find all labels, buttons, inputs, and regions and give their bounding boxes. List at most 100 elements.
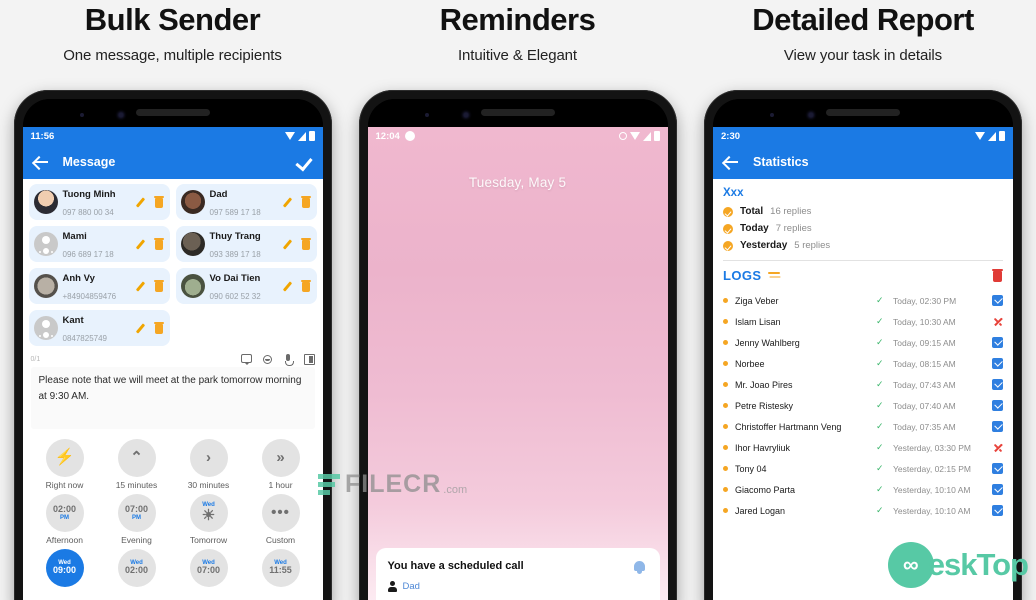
schedule-chip[interactable]: Wed 09:00 <box>29 549 101 590</box>
template-icon[interactable] <box>303 354 315 365</box>
delete-icon[interactable] <box>300 279 312 293</box>
quick-action-1-hour[interactable]: » 1 hour <box>245 439 317 490</box>
microphone-icon[interactable] <box>283 354 294 366</box>
quick-action-afternoon[interactable]: 02:00 PM Afternoon <box>29 494 101 545</box>
quick-action-evening[interactable]: 07:00 PM Evening <box>101 494 173 545</box>
table-row[interactable]: Jared Logan ✓ Yesterday, 10:10 AM <box>723 500 1003 521</box>
delete-icon[interactable] <box>153 321 165 335</box>
contact-number: 090 602 52 32 <box>209 292 261 301</box>
statistics-label: Total <box>740 206 764 217</box>
delete-icon[interactable] <box>153 195 165 209</box>
phone-screen-body-3: 2:30 Statistics Xxx Total 16 replies Tod… <box>713 99 1013 600</box>
schedule-circle: Wed 02:00 <box>117 549 156 587</box>
log-time: Today, 02:30 PM <box>893 295 957 306</box>
check-icon: ✓ <box>876 295 884 305</box>
avatar <box>33 232 58 256</box>
table-row[interactable]: Mr. Joao Pires ✓ Today, 07:43 AM <box>723 374 1003 395</box>
phone-mockup-2: 12:04 ✓ Tuesday, May 5 You have a schedu… <box>358 90 677 600</box>
trash-icon[interactable] <box>992 269 1003 282</box>
quick-action-right-now[interactable]: ⚡ Right now <box>29 439 101 490</box>
status-icons-1 <box>284 131 315 141</box>
quick-action-custom[interactable]: ••• Custom <box>245 494 317 545</box>
delete-icon[interactable] <box>153 237 165 251</box>
delete-icon[interactable] <box>153 279 165 293</box>
back-arrow-icon[interactable] <box>33 155 49 169</box>
back-arrow-icon[interactable] <box>723 155 739 169</box>
phone-mockup-1: 11:56 Message Tuong Minh 097 880 00 34 D… <box>13 90 332 600</box>
phone-bezel-1 <box>22 99 323 127</box>
delete-icon[interactable] <box>300 195 312 209</box>
contact-text: Dad 097 589 17 18 <box>210 184 280 221</box>
table-row[interactable]: Ihor Havryliuk ✓ Yesterday, 03:30 PM <box>723 437 1003 458</box>
notification-card[interactable]: You have a scheduled call Dad <box>375 548 660 600</box>
edit-icon[interactable] <box>285 196 296 209</box>
quick-action-label: 1 hour <box>268 480 293 490</box>
table-row[interactable]: Christoffer Hartmann Veng ✓ Today, 07:35… <box>723 416 1003 437</box>
app-bar-message: Message <box>22 145 323 179</box>
schedule-chip[interactable]: Wed 02:00 <box>101 549 173 590</box>
quick-glyph: ☀ <box>201 507 216 525</box>
table-row[interactable]: Petre Ristesky ✓ Today, 07:40 AM <box>723 395 1003 416</box>
delete-icon[interactable] <box>300 237 312 251</box>
contact-name: Mami <box>62 230 87 242</box>
log-name: Mr. Joao Pires <box>735 379 793 390</box>
schedule-chip[interactable]: Wed 11:55 <box>245 549 317 590</box>
check-icon: ✓ <box>876 442 884 452</box>
list-item[interactable]: Tuong Minh 097 880 00 34 <box>28 184 170 220</box>
edit-icon[interactable] <box>138 238 149 251</box>
sent-badge-icon <box>992 358 1003 369</box>
app-store-screenshot: Bulk Sender One message, multiple recipi… <box>0 0 1036 600</box>
sun-icon: Wed ☀ <box>189 494 228 532</box>
bell-icon[interactable] <box>633 560 646 574</box>
emoji-icon[interactable] <box>262 354 273 365</box>
statistics-value: 5 replies <box>794 240 831 251</box>
edit-icon[interactable] <box>138 196 149 209</box>
earpiece-speaker-icon <box>480 109 555 116</box>
edit-icon[interactable] <box>138 280 149 293</box>
check-icon[interactable] <box>297 154 313 170</box>
list-item[interactable]: Vo Dai Tien 090 602 52 32 <box>175 268 317 304</box>
schedule-circle: Wed 11:55 <box>261 549 300 587</box>
signal-icon <box>297 131 306 141</box>
panel-2-subline: Intuitive & Elegant <box>457 47 577 64</box>
avatar <box>33 316 58 340</box>
log-time: Today, 07:43 AM <box>893 379 956 390</box>
notification-title: You have a scheduled call <box>387 560 524 572</box>
phone-mockup-3: 2:30 Statistics Xxx Total 16 replies Tod… <box>704 90 1022 600</box>
edit-icon[interactable] <box>138 322 149 335</box>
schedule-chip[interactable]: Wed 07:00 <box>173 549 245 590</box>
filter-icon[interactable] <box>768 271 781 281</box>
list-item[interactable]: Kant 0847825749 <box>28 310 170 346</box>
panel-1-headline: Bulk Sender <box>84 2 261 37</box>
message-icon[interactable] <box>240 354 252 365</box>
message-input[interactable]: Please note that we will meet at the par… <box>30 367 315 429</box>
log-time: Yesterday, 02:15 PM <box>893 463 971 474</box>
quick-action-15-minutes[interactable]: ⌃ 15 minutes <box>101 439 173 490</box>
battery-icon <box>999 131 1005 141</box>
table-row[interactable]: Tony 04 ✓ Yesterday, 02:15 PM <box>723 458 1003 479</box>
table-row[interactable]: Jenny Wahlberg ✓ Today, 09:15 AM <box>723 332 1003 353</box>
list-item[interactable]: Dad 097 589 17 18 <box>175 184 317 221</box>
avatar <box>180 274 205 298</box>
panel-1-subline: One message, multiple recipients <box>63 47 282 64</box>
edit-icon[interactable] <box>285 238 296 251</box>
edit-icon[interactable] <box>285 280 296 293</box>
panel-3-headline: Detailed Report <box>752 2 974 37</box>
schedule-circle: Wed 07:00 <box>189 549 228 587</box>
more-options-icon: ••• <box>261 494 300 532</box>
quick-action-30-minutes[interactable]: › 30 minutes <box>173 439 245 490</box>
contact-text: Anh Vy +84904859476 <box>63 268 133 305</box>
table-row[interactable]: Giacomo Parta ✓ Yesterday, 10:10 AM <box>723 479 1003 500</box>
table-row[interactable]: Norbee ✓ Today, 08:15 AM <box>723 353 1003 374</box>
app-bar-title-3: Statistics <box>753 155 809 169</box>
table-row[interactable]: Islam Lisan ✓ Today, 10:30 AM <box>723 311 1003 332</box>
sent-badge-icon <box>992 295 1003 306</box>
list-item[interactable]: Thuy Trang 093 389 17 18 <box>175 226 317 262</box>
contact-number: 096 689 17 18 <box>62 250 114 259</box>
log-name: Christoffer Hartmann Veng <box>735 421 842 432</box>
list-item[interactable]: Anh Vy +84904859476 <box>28 268 170 305</box>
check-badge-icon: ✓ <box>404 131 415 141</box>
table-row[interactable]: Ziga Veber ✓ Today, 02:30 PM <box>723 290 1003 311</box>
list-item[interactable]: Mami 096 689 17 18 <box>28 226 170 262</box>
quick-action-tomorrow[interactable]: Wed ☀ Tomorrow <box>173 494 245 545</box>
